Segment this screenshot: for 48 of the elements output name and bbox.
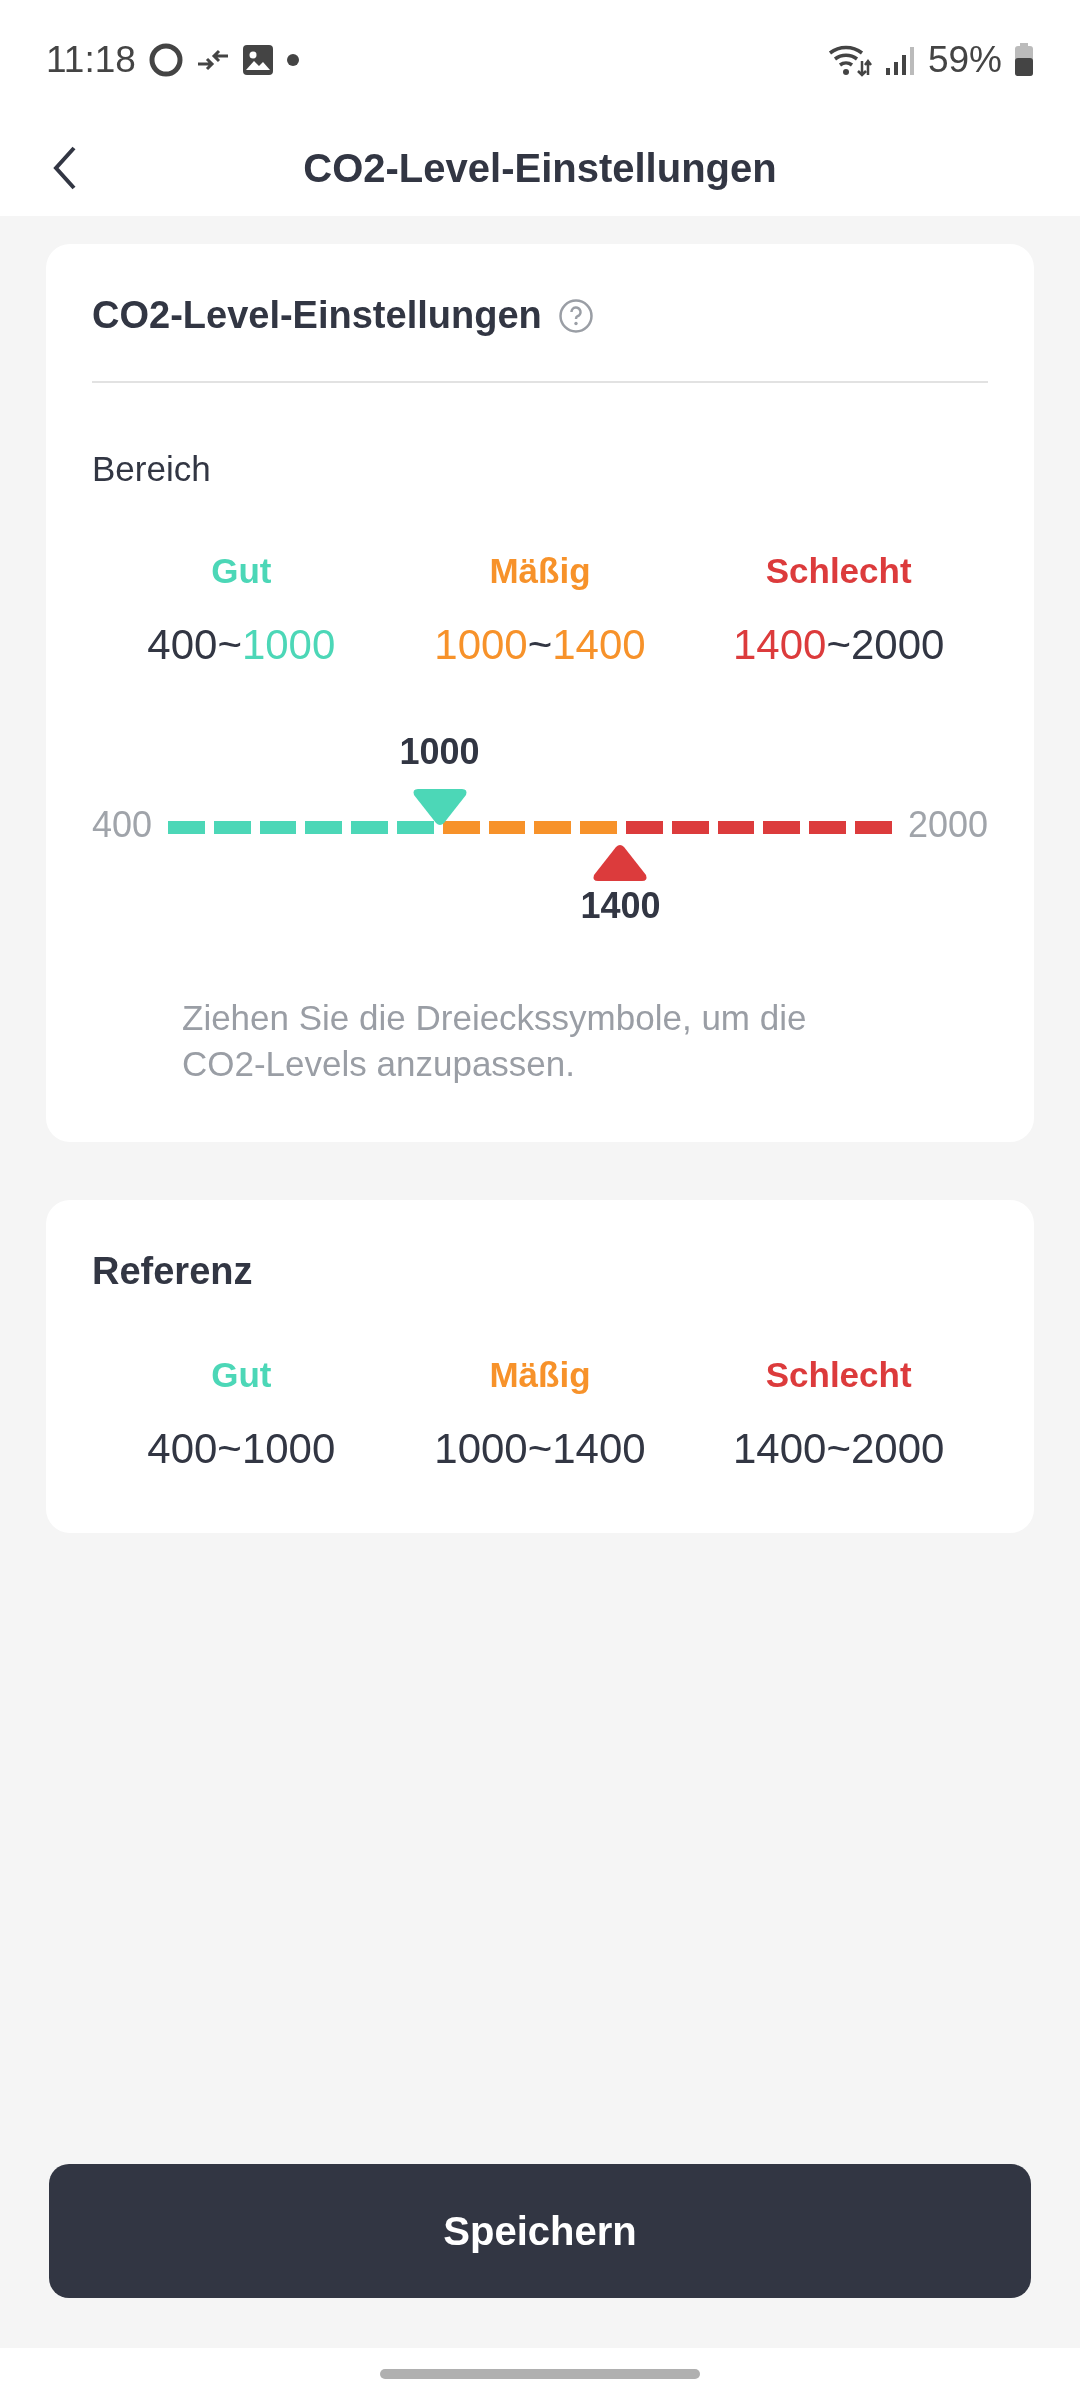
track-segment bbox=[626, 821, 663, 834]
range-value: 1000~1400 bbox=[434, 621, 646, 669]
slider-min-label: 400 bbox=[92, 804, 153, 846]
range-value: 1400~2000 bbox=[732, 621, 945, 669]
level-label: Mäßig bbox=[489, 1355, 591, 1395]
track-segment bbox=[442, 821, 480, 834]
image-icon bbox=[241, 44, 274, 76]
track-segment bbox=[717, 821, 755, 834]
level-label: Gut bbox=[211, 1355, 272, 1395]
level-label: Gut bbox=[211, 551, 272, 591]
page-title: CO2-Level-Einstellungen bbox=[303, 145, 777, 191]
range-value: 1000~1400 bbox=[434, 1425, 646, 1473]
battery-percent: 59% bbox=[927, 39, 1002, 81]
range-value: 1400~2000 bbox=[732, 1425, 945, 1473]
track-segment bbox=[397, 821, 434, 834]
help-icon[interactable] bbox=[557, 297, 594, 334]
arrows-icon bbox=[195, 47, 230, 73]
save-button[interactable]: Speichern bbox=[49, 2164, 1031, 2298]
track-segment bbox=[259, 821, 297, 834]
track-segment bbox=[809, 821, 847, 834]
level-label: Schlecht bbox=[765, 551, 912, 591]
track-segment bbox=[351, 821, 389, 834]
track-segment bbox=[763, 821, 801, 834]
ring-icon bbox=[147, 42, 184, 78]
track-segment bbox=[671, 821, 709, 834]
track-segment bbox=[580, 821, 618, 834]
signal-icon bbox=[883, 44, 916, 76]
hint-text: Ziehen Sie die Dreieckssymbole, um die CO2-Levels anzupassen. bbox=[182, 997, 808, 1085]
status-time: 11:18 bbox=[46, 39, 136, 81]
dot-icon bbox=[285, 53, 300, 67]
track-segment bbox=[488, 821, 526, 834]
card-title: CO2-Level-Einstellungen bbox=[92, 294, 542, 337]
range-value: 400~1000 bbox=[147, 1425, 336, 1473]
track-segment bbox=[305, 821, 343, 834]
track-segment bbox=[168, 821, 205, 834]
level-label: Mäßig bbox=[489, 551, 591, 591]
slider-max-label: 2000 bbox=[907, 804, 988, 846]
track-segment bbox=[534, 821, 572, 834]
track-segment bbox=[855, 821, 892, 834]
track-segment bbox=[213, 821, 251, 834]
level-label: Schlecht bbox=[765, 1355, 912, 1395]
thumb-value: 1400 bbox=[580, 885, 661, 927]
range-value: 400~1000 bbox=[147, 621, 336, 669]
card-title: Referenz bbox=[92, 1250, 254, 1293]
section-label: Bereich bbox=[92, 449, 212, 489]
range-slider[interactable]: 1000 1400 bbox=[168, 725, 892, 925]
thumb-value: 1000 bbox=[399, 731, 480, 773]
battery-icon bbox=[1014, 43, 1034, 77]
